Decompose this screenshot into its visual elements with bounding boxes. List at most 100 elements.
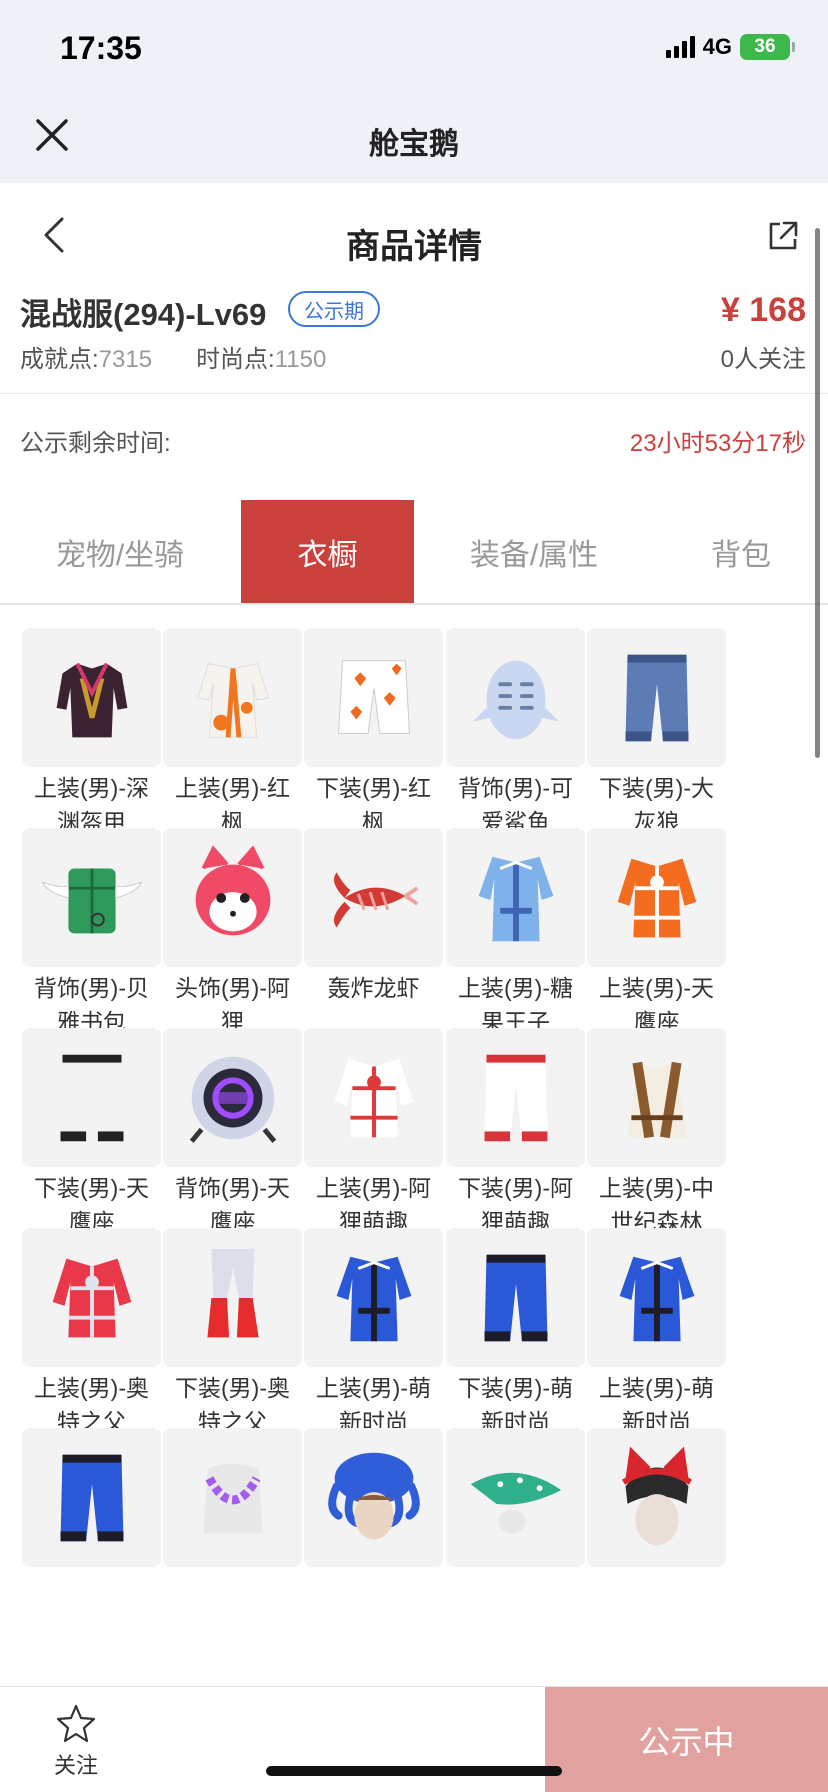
follow-button[interactable]: 关注 bbox=[26, 1703, 126, 1783]
item-thumbnail bbox=[446, 1028, 585, 1167]
wardrobe-item[interactable] bbox=[587, 1428, 726, 1567]
status-bar: 17:35 4G 36 bbox=[0, 0, 828, 95]
page-title: 商品详情 bbox=[346, 228, 482, 266]
item-name: 轰炸龙虾 bbox=[327, 975, 420, 1001]
item-thumbnail bbox=[304, 828, 443, 967]
tab-wardrobe[interactable]: 衣橱 bbox=[241, 500, 414, 603]
public-status-button[interactable]: 公示中 bbox=[545, 1687, 828, 1792]
pants-icon bbox=[484, 1254, 547, 1341]
lei-icon bbox=[203, 1463, 262, 1533]
wardrobe-item[interactable]: 上装(男)-糖 果王子 bbox=[446, 828, 585, 1039]
octopus-hat-icon bbox=[327, 1452, 420, 1539]
network-type: 4G bbox=[702, 34, 732, 59]
countdown-value: 23小时53分17秒 bbox=[629, 430, 806, 457]
wardrobe-item[interactable]: 上装(男)-奥 特之父 bbox=[22, 1228, 161, 1439]
product-price: ¥ 168 bbox=[720, 291, 806, 329]
fashion-label: 时尚点: bbox=[196, 346, 275, 373]
item-thumbnail bbox=[22, 628, 161, 767]
home-indicator bbox=[266, 1766, 562, 1776]
wardrobe-item[interactable]: 上装(男)-天 鹰座 bbox=[587, 828, 726, 1039]
tab-pets-mounts[interactable]: 宠物/坐骑 bbox=[0, 500, 240, 603]
share-icon[interactable] bbox=[766, 219, 800, 253]
wardrobe-item[interactable]: 背饰(男)-天 鹰座 bbox=[163, 1028, 302, 1239]
robe-icon bbox=[196, 662, 269, 738]
product-name: 混战服(294)-Lv69 bbox=[20, 297, 267, 332]
status-badge: 公示期 bbox=[288, 291, 380, 327]
wardrobe-item[interactable]: 下装(男)-萌 新时尚 bbox=[446, 1228, 585, 1439]
item-thumbnail bbox=[587, 1428, 726, 1567]
wardrobe-item[interactable] bbox=[446, 1428, 585, 1567]
jacket-icon bbox=[617, 858, 696, 937]
boots-icon bbox=[206, 1248, 259, 1337]
item-thumbnail bbox=[22, 828, 161, 967]
pants-icon bbox=[60, 1454, 123, 1541]
cat-ears-icon bbox=[621, 1446, 692, 1545]
item-thumbnail bbox=[22, 1228, 161, 1367]
bottom-bar: 关注 公示中 bbox=[0, 1686, 828, 1792]
item-thumbnail bbox=[304, 1228, 443, 1367]
item-thumbnail bbox=[22, 1428, 161, 1567]
status-icons: 4G 36 bbox=[665, 34, 795, 60]
leaf-hat-icon bbox=[470, 1472, 561, 1533]
item-thumbnail bbox=[446, 1228, 585, 1367]
page-header: 商品详情 bbox=[0, 183, 828, 289]
item-thumbnail bbox=[304, 628, 443, 767]
jacket-icon bbox=[52, 1258, 131, 1337]
follower-count: 0人关注 bbox=[720, 346, 806, 373]
coat-icon bbox=[619, 1256, 694, 1341]
item-thumbnail bbox=[446, 628, 585, 767]
wardrobe-item[interactable]: 上装(男)-萌 新时尚 bbox=[587, 1228, 726, 1439]
tab-backpack[interactable]: 背包 bbox=[654, 500, 828, 603]
coat-icon bbox=[478, 856, 553, 941]
item-thumbnail bbox=[163, 1228, 302, 1367]
wardrobe-item[interactable]: 背饰(男)-贝 雅书包 bbox=[22, 828, 161, 1039]
product-stats: 成就点:7315 时尚点:1150 bbox=[20, 339, 326, 374]
wardrobe-item[interactable]: 上装(男)-中 世纪森林 bbox=[587, 1028, 726, 1239]
pants-icon bbox=[60, 1054, 123, 1141]
item-thumbnail bbox=[446, 828, 585, 967]
wardrobe-item[interactable]: 下装(男)-大 灰狼 bbox=[587, 628, 726, 839]
wardrobe-item[interactable] bbox=[304, 1428, 443, 1567]
status-time: 17:35 bbox=[60, 30, 142, 66]
wardrobe-item[interactable]: 头饰(男)-阿狸 bbox=[163, 828, 302, 1039]
wardrobe-item[interactable]: 轰炸龙虾 bbox=[304, 828, 443, 1005]
signal-icon bbox=[665, 36, 695, 58]
fox-head-icon bbox=[195, 844, 270, 935]
fashion-value: 1150 bbox=[274, 346, 327, 373]
miniapp-title: 舱宝鹅 bbox=[369, 128, 459, 161]
countdown-row: 公示剩余时间: 23小时53分17秒 bbox=[0, 395, 828, 495]
vest-icon bbox=[627, 1061, 686, 1138]
wardrobe-item[interactable]: 上装(男)-萌 新时尚 bbox=[304, 1228, 443, 1439]
item-thumbnail bbox=[22, 1028, 161, 1167]
scrollbar[interactable] bbox=[815, 228, 820, 758]
pod-icon bbox=[189, 1056, 276, 1143]
miniapp-bar: 舱宝鹅 bbox=[0, 95, 828, 183]
pants-icon bbox=[625, 654, 688, 741]
item-thumbnail bbox=[587, 1028, 726, 1167]
coat-icon bbox=[336, 1256, 411, 1341]
wardrobe-item[interactable]: 上装(男)-阿 狸萌趣 bbox=[304, 1028, 443, 1239]
wardrobe-item[interactable]: 下装(男)-阿 狸萌趣 bbox=[446, 1028, 585, 1239]
item-thumbnail bbox=[163, 1028, 302, 1167]
wardrobe-item[interactable]: 下装(男)-奥 特之父 bbox=[163, 1228, 302, 1439]
wardrobe-item[interactable]: 下装(男)-天 鹰座 bbox=[22, 1028, 161, 1239]
wardrobe-item[interactable] bbox=[22, 1428, 161, 1567]
item-thumbnail bbox=[587, 1228, 726, 1367]
bag-icon bbox=[41, 868, 142, 933]
item-thumbnail bbox=[587, 628, 726, 767]
item-thumbnail bbox=[304, 1028, 443, 1167]
wardrobe-item[interactable]: 上装(男)-深 渊盔甲 bbox=[22, 628, 161, 839]
shorts-icon bbox=[337, 659, 410, 734]
item-thumbnail bbox=[587, 828, 726, 967]
wardrobe-item[interactable]: 下装(男)-红枫 bbox=[304, 628, 443, 839]
tab-equipment-attributes[interactable]: 装备/属性 bbox=[414, 500, 654, 603]
item-thumbnail bbox=[163, 828, 302, 967]
wardrobe-item[interactable]: 上装(男)-红枫 bbox=[163, 628, 302, 839]
achievement-value: 7315 bbox=[98, 346, 153, 373]
wardrobe-item[interactable]: 背饰(男)-可 爱鲨鱼 bbox=[446, 628, 585, 839]
pants-icon bbox=[484, 1054, 547, 1141]
category-tabs: 宠物/坐骑 衣橱 装备/属性 背包 bbox=[0, 500, 828, 605]
product-info: 混战服(294)-Lv69 公示期 成就点:7315 时尚点:1150 ¥ 168… bbox=[0, 289, 828, 394]
dark-armor-icon bbox=[56, 662, 127, 737]
wardrobe-item[interactable] bbox=[163, 1428, 302, 1567]
